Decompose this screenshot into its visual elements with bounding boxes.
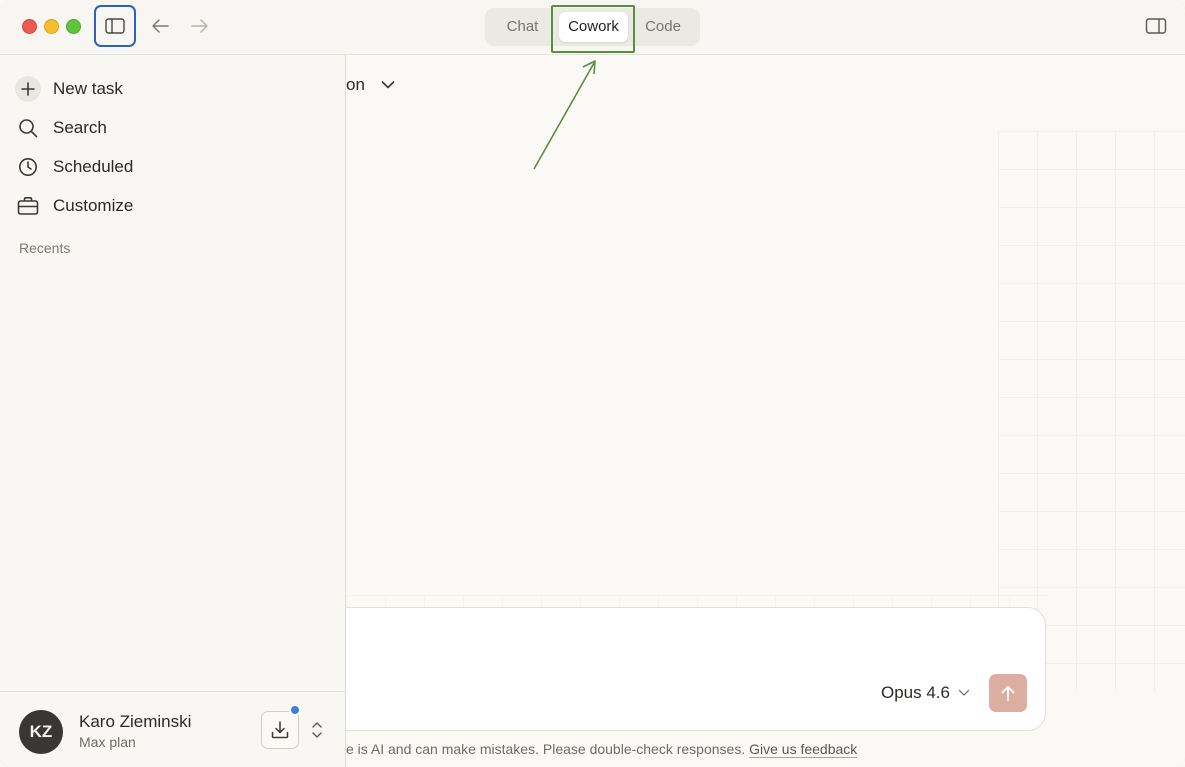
title-bar: Chat Cowork Code [0,0,1185,55]
arrow-up-icon [1001,686,1015,701]
sidebar-icon [105,18,125,34]
chevron-up-down-icon [312,722,322,738]
arrow-right-icon [191,19,208,33]
sidebar-item-label: Customize [53,196,134,215]
project-selector-label: on [346,75,365,94]
account-menu-button[interactable] [310,719,324,741]
main-content: on Opus 4.6 e is AI and can make mistake… [346,55,1185,767]
disclaimer-body: e is AI and can make mistakes. Please do… [346,741,746,757]
sidebar-item-search[interactable]: Search [15,112,107,144]
plus-icon [15,76,41,102]
cowork-highlight-box [551,5,635,53]
chevron-down-icon [381,81,395,89]
close-window-button[interactable] [22,19,37,34]
sidebar-item-new-task[interactable]: New task [15,73,123,105]
download-update-button[interactable] [261,711,299,749]
feedback-link[interactable]: Give us feedback [749,741,857,757]
user-plan: Max plan [79,734,136,750]
download-icon [271,721,289,739]
sidebar-item-label: New task [53,79,123,98]
sidebar-item-customize[interactable]: Customize [15,190,133,222]
app-window: Chat Cowork Code New task Search Schedul… [0,0,1185,767]
clock-icon [15,154,41,180]
project-selector[interactable]: on [346,75,395,95]
panel-right-icon [1145,18,1167,34]
minimize-window-button[interactable] [44,19,59,34]
message-composer[interactable]: Opus 4.6 [346,607,1046,731]
user-name[interactable]: Karo Zieminski [79,712,191,732]
avatar[interactable]: KZ [19,710,63,754]
arrow-left-icon [152,19,169,33]
sidebar-item-label: Search [53,118,107,137]
disclaimer-text: e is AI and can make mistakes. Please do… [346,741,857,757]
notification-dot [289,704,301,716]
back-button[interactable] [149,15,171,37]
tab-chat[interactable]: Chat [485,8,560,46]
user-footer: KZ Karo Zieminski Max plan [0,691,345,767]
sidebar: New task Search Scheduled Customize Rece… [0,55,346,767]
briefcase-icon [15,193,41,219]
maximize-window-button[interactable] [66,19,81,34]
tab-code[interactable]: Code [628,8,698,46]
right-panel-toggle-button[interactable] [1145,17,1167,37]
sidebar-toggle-button[interactable] [94,5,136,47]
send-button[interactable] [989,674,1027,712]
chevron-down-icon [958,689,970,696]
recents-heading: Recents [19,240,71,256]
model-selector-label: Opus 4.6 [881,683,950,702]
sidebar-item-scheduled[interactable]: Scheduled [15,151,133,183]
model-selector[interactable]: Opus 4.6 [881,683,970,703]
forward-button[interactable] [189,15,211,37]
sidebar-item-label: Scheduled [53,157,134,176]
search-icon [15,115,41,141]
